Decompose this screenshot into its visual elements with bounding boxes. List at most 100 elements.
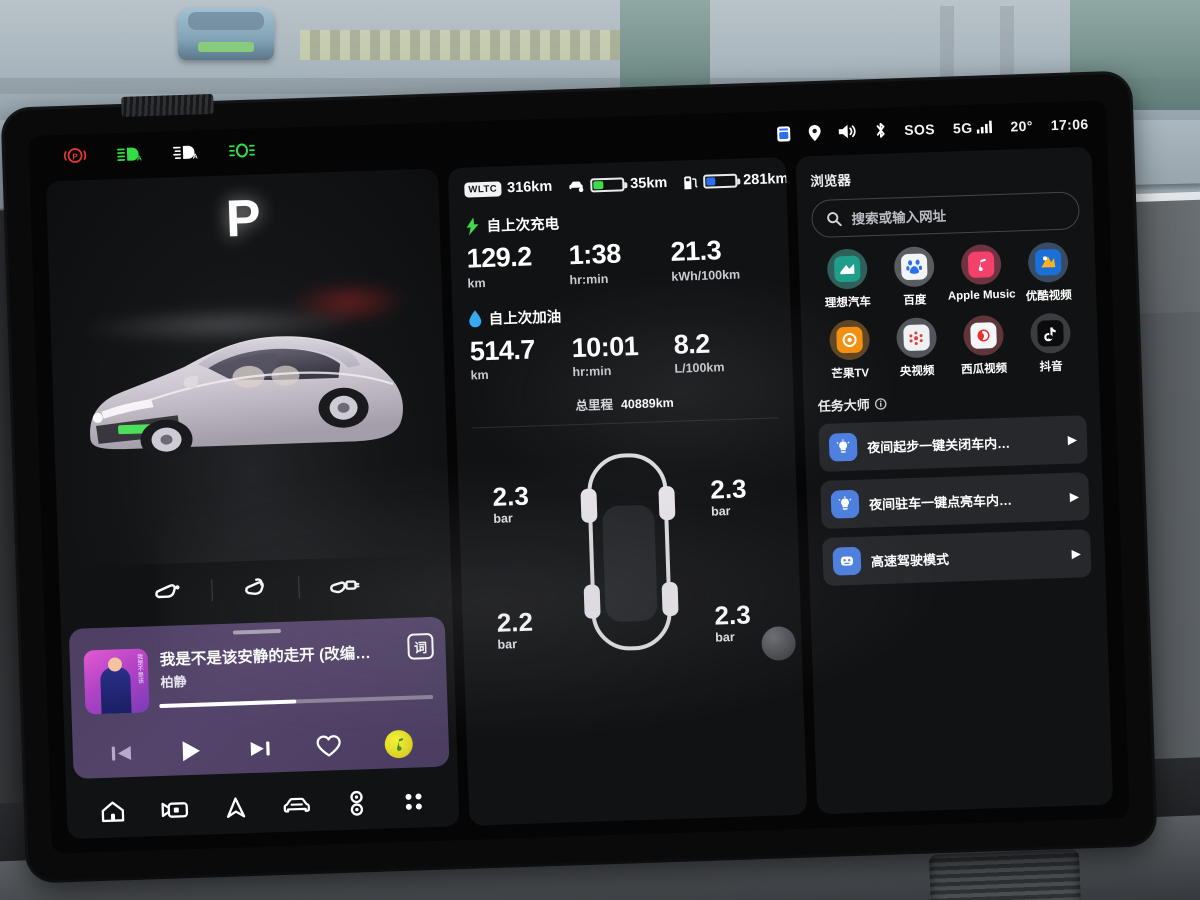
- unlock-icon: [469, 843, 486, 854]
- temp-decrease-button[interactable]: ‹: [502, 846, 507, 854]
- dock-dashcam-button[interactable]: [159, 798, 190, 821]
- fuel-pump-icon: [684, 175, 698, 189]
- playback-progress[interactable]: [159, 694, 434, 709]
- status-bar: SOS 5G 20° 17:06: [776, 115, 1089, 142]
- app-li-auto[interactable]: 理想汽车: [813, 248, 882, 311]
- task-play-icon[interactable]: ▶: [1068, 432, 1078, 446]
- task-item[interactable]: 夜间驻车一键点亮车内… ▶: [820, 472, 1090, 529]
- music-player-card[interactable]: 我是不是该 我是不是该安静的走开 (改编… 柏静 词: [68, 616, 450, 779]
- dock-settings-button[interactable]: [345, 790, 368, 817]
- fuel-cap-button[interactable]: [125, 578, 212, 605]
- stat-value: 129.2: [466, 241, 533, 274]
- vehicle-stage[interactable]: P: [45, 168, 451, 568]
- seat-heat-button[interactable]: [642, 836, 669, 854]
- sos-label[interactable]: SOS: [904, 121, 935, 138]
- stat-value: 1:38: [568, 238, 622, 271]
- fan-ac-button[interactable]: A/C ECO: [582, 838, 629, 854]
- temp-increase-button[interactable]: ›: [563, 844, 568, 854]
- tire-front-right: 2.3 bar: [710, 474, 748, 519]
- stat-item: 8.2 L/100km: [673, 327, 776, 376]
- dock-home-button[interactable]: [99, 799, 126, 824]
- task-item[interactable]: 高速驾驶模式 ▶: [822, 529, 1092, 586]
- next-track-button[interactable]: [246, 737, 273, 760]
- tire-pressure-area[interactable]: 2.3 bar 2.3 bar 2.2 bar 2.3 bar: [456, 422, 802, 683]
- info-icon[interactable]: [874, 397, 887, 410]
- app-douyin[interactable]: 抖音: [1016, 312, 1085, 375]
- app-yangshipin[interactable]: 央视频: [882, 317, 951, 380]
- seat-heat-icon: [644, 839, 663, 854]
- odometer: 总里程 40889km: [471, 389, 777, 418]
- since-refuel-label: 自上次加油: [488, 309, 562, 328]
- dock-navigation-button[interactable]: [223, 795, 248, 820]
- task-play-icon[interactable]: ▶: [1069, 489, 1079, 503]
- favorite-button[interactable]: [316, 734, 343, 759]
- auto-low-beam-icon: A: [172, 143, 200, 161]
- bluetooth-icon[interactable]: [874, 122, 887, 139]
- app-label: 西瓜视频: [960, 362, 1008, 377]
- charge-port-icon: [245, 578, 264, 596]
- climate-charging-plug-button[interactable]: [810, 831, 843, 853]
- tire-value: 2.2: [496, 606, 534, 639]
- infotainment-screen[interactable]: P A A SOS 5G 20° 17:06 P 我是不是该 我是不是该安静的走…: [28, 100, 1130, 854]
- card-drag-handle[interactable]: [232, 628, 282, 635]
- mode-label[interactable]: 自动灯光: [922, 829, 973, 850]
- app-grid: 理想汽车 百度 Apple Music 优酷视频芒果TV 央视频 西瓜视频 抖音: [813, 241, 1086, 392]
- location-pin-icon[interactable]: [808, 124, 821, 141]
- previous-track-button[interactable]: [108, 742, 135, 765]
- task-master-header: 任务大师: [817, 387, 1085, 415]
- baidu-icon: [900, 253, 928, 281]
- stat-item: 514.7 km: [469, 334, 572, 383]
- lyrics-button[interactable]: 词: [407, 632, 434, 660]
- parking-brake-icon: P: [63, 146, 88, 165]
- bolt-icon: [466, 216, 479, 236]
- climate-fuel-cap-button[interactable]: [722, 834, 753, 853]
- since-refuel-header: 自上次加油: [468, 298, 775, 329]
- odometer-label: 总里程: [575, 398, 614, 414]
- tire-unit: bar: [493, 511, 514, 527]
- charging-plug-button[interactable]: [299, 572, 386, 599]
- tire-rear-right: 2.3 bar: [714, 600, 752, 645]
- tire-value: 2.3: [492, 481, 530, 513]
- panel-row: P 我是不是该 我是不是该安静的走开 (改编… 柏静 词 WLTC 316km …: [45, 146, 1114, 840]
- fan-icon: [584, 841, 604, 854]
- temperature-control[interactable]: ‹ 20.0 ›: [502, 840, 568, 854]
- dock-apps-button[interactable]: [401, 789, 426, 814]
- mode-label[interactable]: 油电混合: [993, 826, 1044, 847]
- app-mango-tv[interactable]: 芒果TV: [815, 319, 884, 382]
- unlock-button[interactable]: [468, 842, 489, 854]
- defrost-button[interactable]: [682, 835, 709, 854]
- app-youku[interactable]: 优酷视频: [1013, 241, 1082, 304]
- mode-label[interactable]: 公路模式: [1064, 824, 1115, 845]
- energy-top: WLTC 316km 35km 281km 自上次充电 129.2 km 1:3…: [448, 157, 794, 418]
- climate-charge-port-button[interactable]: [766, 833, 797, 854]
- lamp-icon: [830, 489, 860, 519]
- volume-icon[interactable]: [838, 124, 856, 140]
- app-label: 理想汽车: [824, 296, 872, 310]
- position-lights-icon: [228, 142, 255, 158]
- apple-music-icon: [967, 251, 995, 278]
- signal-5g-icon[interactable]: 5G: [953, 119, 993, 136]
- odometer-value: 40889km: [620, 396, 675, 412]
- play-button[interactable]: [177, 738, 204, 765]
- stat-unit: L/100km: [674, 360, 725, 377]
- since-charge-label: 自上次充电: [486, 216, 560, 235]
- app-baidu[interactable]: 百度: [880, 246, 949, 309]
- app-apple-music[interactable]: Apple Music: [947, 243, 1016, 306]
- dock-vehicle-button[interactable]: [281, 794, 312, 817]
- task-master-list: 夜间起步一键关闭车内… ▶ 夜间驻车一键点亮车内… ▶ 高速驾驶模式 ▶: [818, 415, 1092, 586]
- app-icon-ring: [828, 319, 870, 361]
- app-xigua[interactable]: 西瓜视频: [949, 314, 1018, 377]
- range-row: WLTC 316km 35km 281km: [464, 171, 789, 198]
- card-icon[interactable]: [776, 125, 791, 142]
- app-icon-ring: [1026, 241, 1069, 283]
- task-item[interactable]: 夜间起步一键关闭车内… ▶: [818, 415, 1088, 473]
- task-label: 高速驾驶模式: [870, 551, 950, 569]
- droplet-icon: [469, 310, 482, 328]
- divider: [981, 831, 984, 845]
- search-input[interactable]: 搜索或输入网址: [810, 191, 1081, 239]
- stat-unit: kWh/100km: [671, 267, 741, 284]
- charge-port-button[interactable]: [212, 575, 299, 602]
- music-source-button[interactable]: [384, 729, 414, 759]
- task-play-icon[interactable]: ▶: [1071, 546, 1081, 560]
- charge-port-icon: [770, 834, 789, 852]
